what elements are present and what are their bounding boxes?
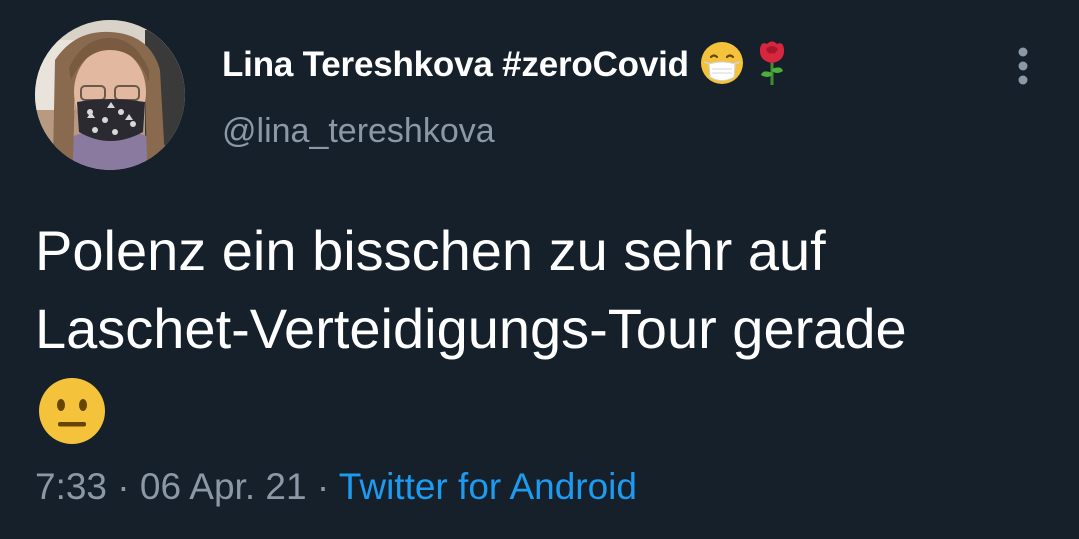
tweet-meta: 7:33 · 06 Apr. 21 · Twitter for Android [35,466,637,508]
tweet-card: Lina Tereshkova #zeroCovid @lina_tereshk… [0,0,1079,539]
tweet-text-line: Polenz ein bisschen zu sehr auf [35,219,826,282]
tweet-text-line: Laschet-Verteidigungs-Tour gerade [35,297,907,360]
tweet-date[interactable]: 06 Apr. 21 [140,466,307,507]
meta-separator: · [117,466,130,507]
tweet-text: Polenz ein bisschen zu sehr auf Laschet-… [35,212,1045,368]
tweet-source-link[interactable]: Twitter for Android [339,466,637,507]
neutral-face-emoji [37,376,107,451]
avatar[interactable] [35,20,185,170]
author-handle[interactable]: @lina_tereshkova [222,112,495,151]
author-display-name[interactable]: Lina Tereshkova #zeroCovid [222,45,689,85]
more-options-button[interactable] [1008,44,1038,88]
meta-separator: · [316,466,330,507]
tweet-time[interactable]: 7:33 [35,466,107,507]
author-name-row[interactable]: Lina Tereshkova #zeroCovid [222,40,789,90]
rose-emoji [755,39,789,92]
face-with-medical-mask-emoji [699,40,745,91]
vertical-ellipsis-icon [1018,47,1028,85]
